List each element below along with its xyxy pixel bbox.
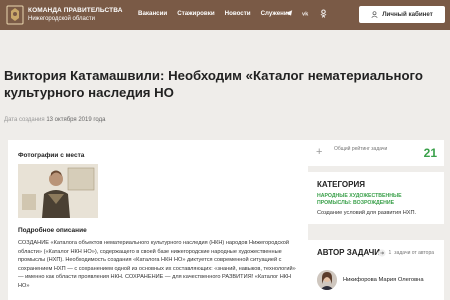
brand-subtitle: Нижегородской области — [28, 16, 95, 22]
creation-date-label: Дата создания — [4, 117, 45, 123]
arrow-right-icon — [377, 249, 386, 257]
author-tasks-count-label: задачи от автора — [394, 250, 434, 256]
task-details-card: Фотографии с места Подробное описание СО… — [8, 140, 308, 300]
description-heading: Подробное описание — [18, 227, 87, 234]
creation-date-value: 13 октября 2019 года — [46, 117, 106, 123]
author-tasks-count-value: 1 — [388, 250, 392, 256]
rating-label: Общий рейтинг задачи — [334, 146, 388, 152]
category-item: Создание условий для развития НХП. — [317, 210, 417, 216]
nav-vacancies[interactable]: Вакансии — [138, 10, 167, 17]
user-icon — [371, 11, 378, 18]
category-widget: КАТЕГОРИЯ НАРОДНЫЕ ХУДОЖЕСТВЕННЫЕ ПРОМЫС… — [307, 172, 444, 224]
rating-widget: + Общий рейтинг задачи 21 — [307, 140, 444, 166]
description-text: СОЗДАНИЕ «Каталога объектов нематериальн… — [18, 240, 296, 289]
main-nav: Вакансии Стажировки Новости Служение — [138, 10, 291, 17]
site-header: КОМАНДА ПРАВИТЕЛЬСТВА Нижегородской обла… — [0, 0, 450, 30]
vk-icon[interactable]: vk — [302, 9, 311, 17]
ok-icon[interactable] — [320, 9, 327, 18]
personal-cabinet-label: Личный кабинет — [382, 11, 433, 18]
social-links: vk — [285, 9, 327, 18]
brand-title: КОМАНДА ПРАВИТЕЛЬСТВА — [28, 7, 123, 14]
category-link[interactable]: НАРОДНЫЕ ХУДОЖЕСТВЕННЫЕ ПРОМЫСЛЫ: ВОЗРОЖ… — [317, 193, 434, 207]
author-widget: АВТОР ЗАДАЧИ 1 задачи от автора Никифоро… — [307, 240, 444, 300]
creation-date: Дата создания 13 октября 2019 года — [4, 117, 105, 123]
svg-text:vk: vk — [302, 11, 309, 17]
avatar[interactable] — [317, 270, 337, 290]
author-name[interactable]: Никифорова Мария Олеговна — [343, 277, 424, 283]
page-title: Виктория Катамашвили: Необходим «Каталог… — [4, 68, 423, 100]
upvote-plus-icon[interactable]: + — [316, 146, 322, 158]
author-row[interactable]: Никифорова Мария Олеговна — [317, 270, 424, 290]
photos-heading: Фотографии с места — [18, 152, 85, 159]
author-tasks-count: 1 задачи от автора — [377, 249, 434, 257]
task-photo[interactable] — [18, 164, 98, 218]
coat-of-arms-logo[interactable] — [6, 5, 24, 25]
telegram-icon[interactable] — [285, 9, 293, 17]
photo-illustration — [18, 164, 98, 218]
category-heading: КАТЕГОРИЯ — [317, 180, 365, 189]
nav-news[interactable]: Новости — [225, 10, 251, 17]
personal-cabinet-button[interactable]: Личный кабинет — [359, 6, 445, 23]
rating-value: 21 — [423, 146, 437, 160]
brand-text[interactable]: КОМАНДА ПРАВИТЕЛЬСТВА Нижегородской обла… — [28, 6, 123, 24]
nav-internships[interactable]: Стажировки — [177, 10, 214, 17]
